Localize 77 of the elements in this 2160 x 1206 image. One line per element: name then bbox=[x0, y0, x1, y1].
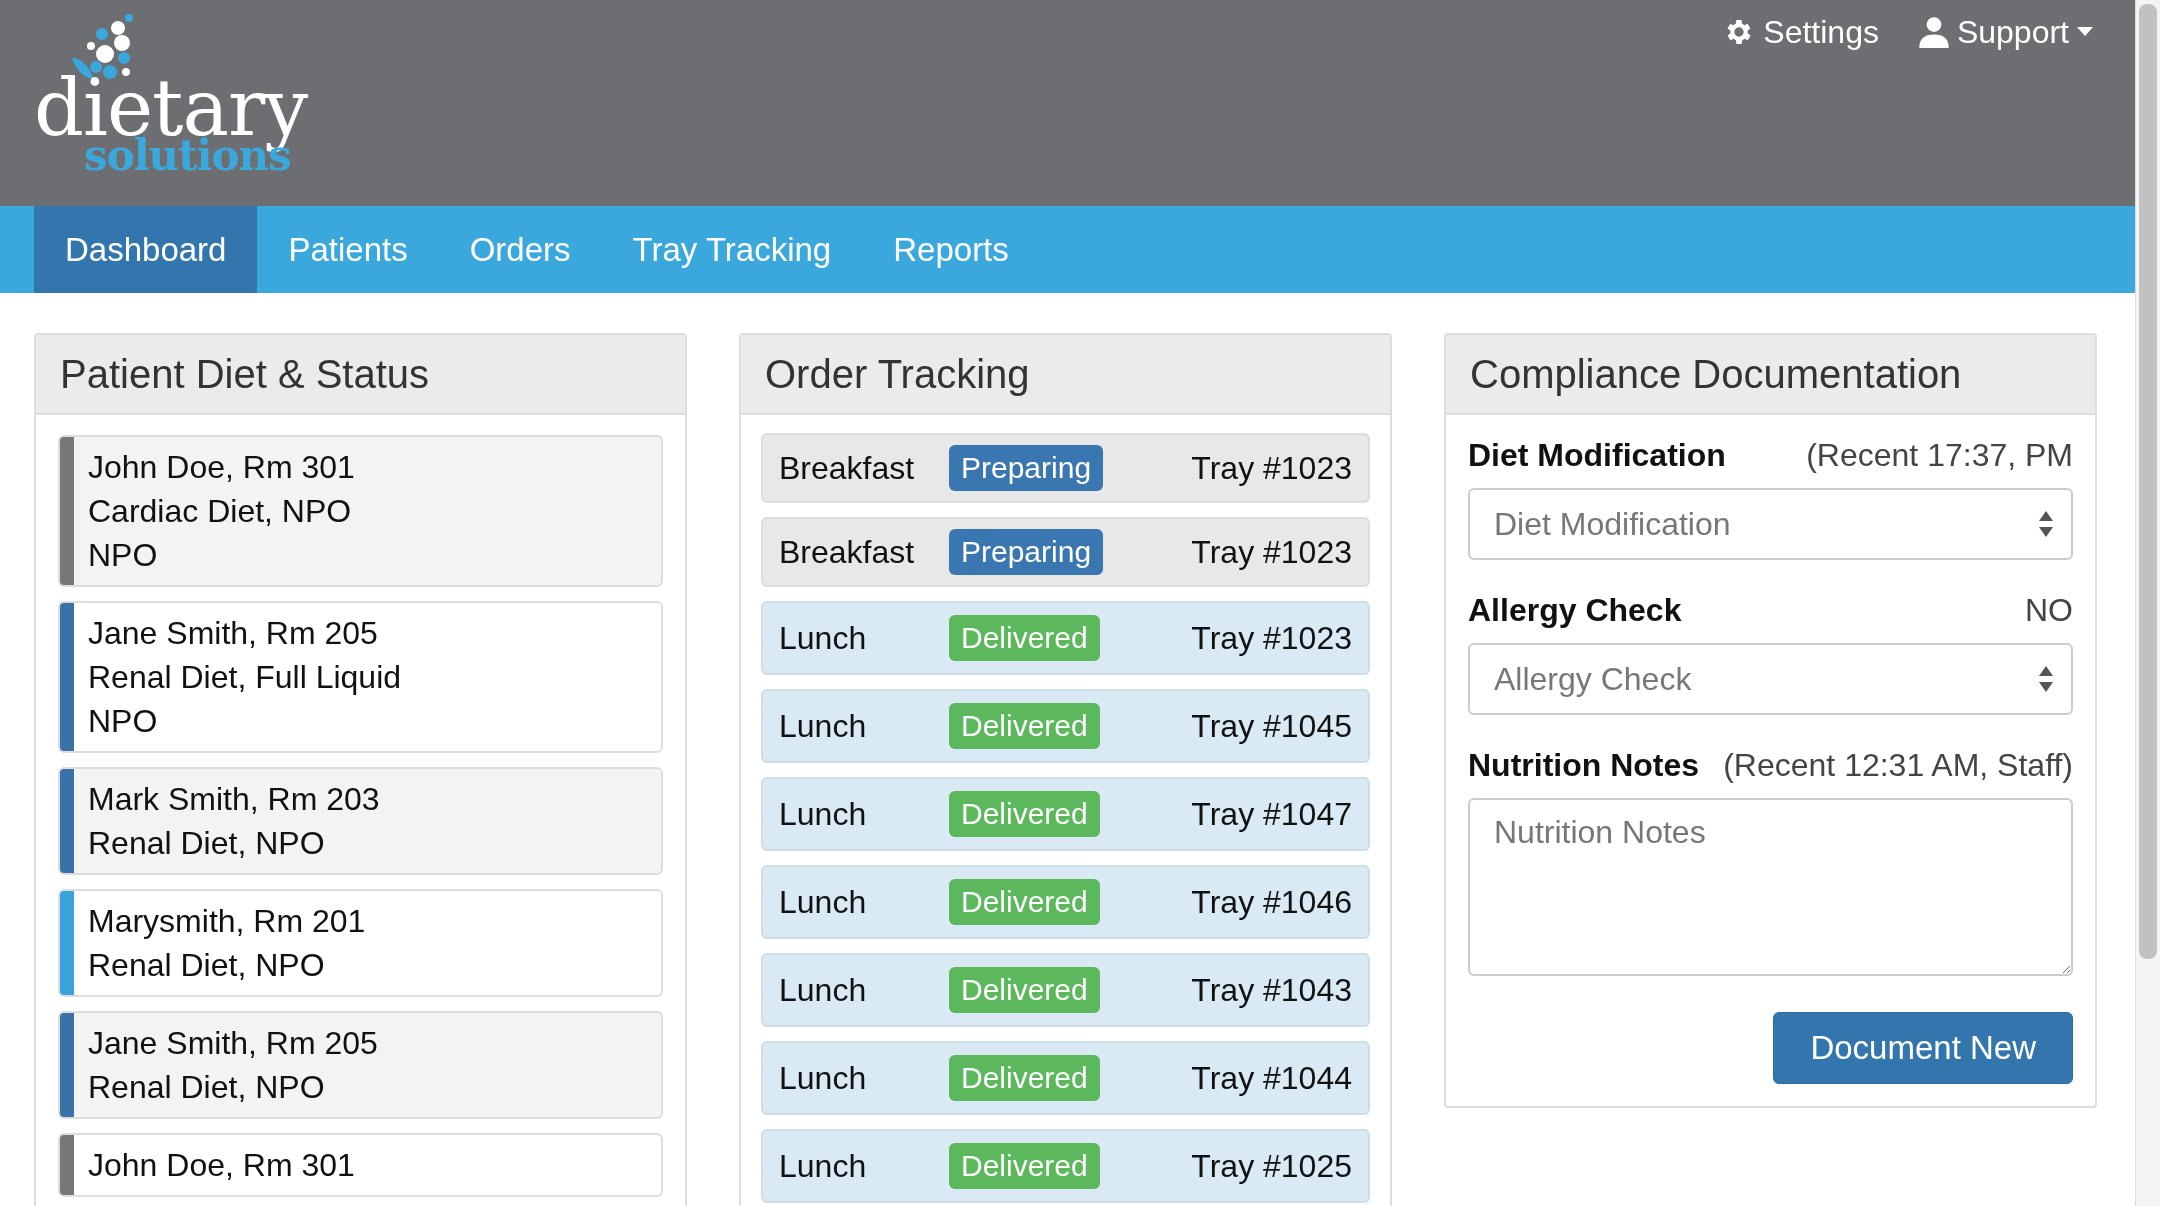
status-badge: Delivered bbox=[949, 1055, 1100, 1101]
caret-icon bbox=[2077, 27, 2093, 37]
tray-number: Tray #1045 bbox=[1191, 707, 1352, 745]
order-row[interactable]: Lunch Delivered Tray #1023 bbox=[761, 601, 1370, 675]
field-note: NO bbox=[2025, 592, 2073, 629]
order-row[interactable]: Lunch Delivered Tray #1025 bbox=[761, 1129, 1370, 1203]
tray-number: Tray #1023 bbox=[1191, 619, 1352, 657]
select-field[interactable]: Allergy Check bbox=[1468, 643, 2073, 715]
meal-label: Breakfast bbox=[779, 533, 916, 571]
field-label: Allergy Check bbox=[1468, 592, 1682, 629]
patient-card[interactable]: John Doe, Rm 301 Cardiac Diet, NPO NPO bbox=[58, 435, 663, 587]
meal-label: Lunch bbox=[779, 795, 868, 833]
patient-text: NPO bbox=[88, 702, 159, 741]
status-badge: Preparing bbox=[949, 445, 1104, 491]
patient-text: John Doe, Rm 301 bbox=[88, 1146, 355, 1185]
notes-field[interactable]: Nutrition Notes bbox=[1468, 798, 2073, 976]
field-note: (Recent 12:31 AM, Staff) bbox=[1723, 747, 2073, 784]
patient-text: Cardiac Diet, NPO bbox=[88, 492, 353, 531]
patient-text: Renal Diet, Full Liquid bbox=[88, 658, 402, 697]
patient-card[interactable]: Jane Smith, Rm 205 Renal Diet, Full Liquid NPO bbox=[58, 601, 663, 753]
patient-text: Renal Diet, NPO bbox=[88, 824, 326, 863]
order-row[interactable]: Breakfast Preparing Tray #1023 bbox=[761, 517, 1370, 587]
tray-number: Tray #1023 bbox=[1191, 533, 1352, 571]
tray-number: Tray #1044 bbox=[1191, 1059, 1352, 1097]
meal-label: Lunch bbox=[779, 619, 868, 657]
status-badge: Delivered bbox=[949, 879, 1100, 925]
meal-label: Lunch bbox=[779, 883, 868, 921]
tray-number: Tray #1023 bbox=[1191, 449, 1352, 487]
panel-title: Patient Diet & Status bbox=[36, 335, 685, 415]
patient-card[interactable]: John Doe, Rm 301 bbox=[58, 1133, 663, 1197]
patient-card[interactable]: Mark Smith, Rm 203 Renal Diet, NPO bbox=[58, 767, 663, 875]
select-field[interactable]: Diet Modification bbox=[1468, 488, 2073, 560]
tray-number: Tray #1047 bbox=[1191, 795, 1352, 833]
status-badge: Delivered bbox=[949, 967, 1100, 1013]
patient-text: John Doe, Rm 301 bbox=[88, 448, 355, 487]
status-badge: Delivered bbox=[949, 1143, 1100, 1189]
patient-card[interactable]: Jane Smith, Rm 205 Renal Diet, NPO bbox=[58, 1011, 663, 1119]
patient-text: Jane Smith, Rm 205 bbox=[88, 1024, 378, 1063]
status-badge: Delivered bbox=[949, 615, 1100, 661]
field-note: (Recent 17:37, PM bbox=[1806, 437, 2073, 474]
scrollbar[interactable] bbox=[2135, 0, 2160, 1206]
panel-title: Compliance Documentation bbox=[1446, 335, 2095, 415]
header-link[interactable]: Settings bbox=[1723, 10, 1879, 54]
header-link[interactable]: Support bbox=[1918, 10, 2093, 54]
patient-text: Jane Smith, Rm 205 bbox=[88, 614, 379, 653]
user-icon bbox=[1918, 16, 1949, 48]
order-row[interactable]: Breakfast Preparing Tray #1023 bbox=[761, 433, 1370, 503]
tray-number: Tray #1043 bbox=[1191, 971, 1352, 1009]
order-row[interactable]: Lunch Delivered Tray #1044 bbox=[761, 1041, 1370, 1115]
order-row[interactable]: Lunch Delivered Tray #1043 bbox=[761, 953, 1370, 1027]
field-label: Nutrition Notes bbox=[1468, 747, 1700, 784]
sort-arrows-icon bbox=[2039, 666, 2053, 692]
nav-tab[interactable]: Dashboard bbox=[34, 206, 258, 293]
status-badge: Preparing bbox=[949, 529, 1104, 575]
patient-text: Renal Diet, NPO bbox=[88, 1068, 326, 1107]
panel-title: Order Tracking bbox=[741, 335, 1390, 415]
patient-text: Marysmith, Rm 201 bbox=[88, 902, 366, 941]
patient-text: Mark Smith, Rm 203 bbox=[88, 780, 380, 819]
tray-number: Tray #1046 bbox=[1191, 883, 1352, 921]
status-badge: Delivered bbox=[949, 791, 1100, 837]
patient-text: NPO bbox=[88, 536, 159, 575]
document-new-button[interactable]: Document New bbox=[1773, 1012, 2073, 1084]
field-label: Diet Modification bbox=[1468, 437, 1726, 474]
order-row[interactable]: Lunch Delivered Tray #1047 bbox=[761, 777, 1370, 851]
patient-text: Renal Diet, NPO bbox=[88, 946, 326, 985]
meal-label: Breakfast bbox=[779, 449, 916, 487]
meal-label: Lunch bbox=[779, 707, 868, 745]
sort-arrows-icon bbox=[2039, 511, 2053, 537]
order-row[interactable]: Lunch Delivered Tray #1046 bbox=[761, 865, 1370, 939]
meal-label: Lunch bbox=[779, 1059, 868, 1097]
status-badge: Delivered bbox=[949, 703, 1100, 749]
meal-label: Lunch bbox=[779, 971, 868, 1009]
patient-card[interactable]: Marysmith, Rm 201 Renal Diet, NPO bbox=[58, 889, 663, 997]
order-row[interactable]: Lunch Delivered Tray #1045 bbox=[761, 689, 1370, 763]
tray-number: Tray #1025 bbox=[1191, 1147, 1352, 1185]
scrollbar-thumb[interactable] bbox=[2139, 4, 2157, 959]
meal-label: Lunch bbox=[779, 1147, 868, 1185]
